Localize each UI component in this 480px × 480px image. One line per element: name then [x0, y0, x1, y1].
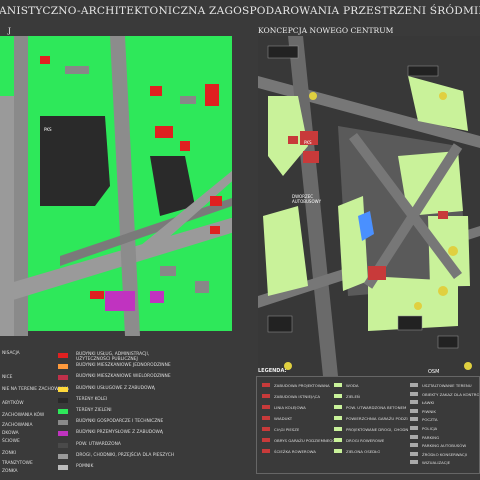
building: [180, 96, 196, 104]
green-area: [338, 196, 368, 291]
legend-label: BUDYNKI GOSPODARCZE I TECHNICZNE: [76, 419, 164, 425]
building: [210, 196, 222, 206]
legend-item: DKOWA: [2, 431, 19, 436]
page-title: ANISTYCZNO-ARCHITEKTONICZNA ZAGOSPODAROW…: [0, 5, 480, 17]
legend-swatch: [58, 353, 68, 358]
legend-label: BUDYNKI USŁUGOWE Z ZABUDOWĄ: [76, 385, 155, 391]
legend-item: TRANZYTOWE: [2, 461, 33, 466]
legend-label: POMNIK: [76, 464, 94, 469]
pks-label: PKS: [44, 127, 52, 132]
building: [40, 56, 50, 64]
left-panel-title: J: [8, 26, 12, 35]
legend-label: POW. UTWARDZONA: [76, 441, 121, 447]
building: [160, 266, 176, 276]
legend-title: LEGENDA:: [258, 368, 287, 374]
legend-label: TERENY ZIELENI: [76, 408, 112, 413]
left-map-svg: PKS: [0, 36, 238, 336]
building: [205, 84, 219, 106]
legend-item: ŚCIOWE: [2, 439, 20, 444]
dworzec-label: AUTOBUSOWY: [292, 199, 322, 204]
right-panel-title: KONCEPCJA NOWEGO CENTRUM: [258, 26, 394, 35]
right-map-svg: PKS DWORZEC AUTOBUSOWY OSM: [258, 36, 480, 376]
legend-label: DROGI, CHODNIKI, PRZEJŚCIA DLA PIESZYCH: [76, 452, 175, 458]
legend-frame: [256, 376, 480, 474]
legend-swatch: [58, 420, 68, 426]
legend-swatch: [58, 442, 68, 448]
legend-label: BUDYNKI PRZEMYSŁOWE Z ZABUDOWĄ: [76, 430, 163, 436]
industrial-building: [150, 291, 164, 303]
legend-label: TERENY KOLEI: [76, 396, 108, 402]
legend-label: BUDYNKI MIESZKANIOWE JEDNORODZINNE: [76, 363, 171, 369]
legend-label: BUDYNKI MIESZKANIOWE WIELORODZINNE: [76, 374, 171, 380]
legend-swatch: [58, 465, 68, 470]
building: [150, 86, 162, 96]
legend-item: ABYTKÓW: [2, 401, 24, 406]
building: [210, 226, 220, 234]
building: [65, 66, 89, 74]
legend-item: NISACJA: [2, 351, 20, 356]
building: [438, 211, 448, 219]
legend-item: ZACHOWANIA: [2, 423, 33, 428]
building: [288, 136, 298, 144]
legend-item: ZONKI: [2, 451, 16, 456]
building: [155, 126, 173, 138]
legend-label: BUDYNKI USŁUG, ADMINISTRACJI, UŻYTECZNOŚ…: [76, 352, 150, 362]
building: [90, 291, 104, 299]
industrial-building: [105, 291, 135, 311]
legend-swatch: [58, 431, 68, 437]
building: [195, 281, 209, 293]
legend-swatch: [58, 409, 68, 414]
left-map: PKS: [0, 36, 238, 336]
pks-label: PKS: [304, 140, 312, 145]
building: [303, 151, 319, 163]
legend-item: ZACHOWANIA KÓW: [2, 413, 45, 418]
legend-swatch: [58, 397, 68, 403]
legend-swatch: [58, 386, 68, 392]
right-map: PKS DWORZEC AUTOBUSOWY OSM: [258, 36, 480, 376]
building: [368, 266, 386, 280]
legend-swatch: [58, 375, 68, 381]
osm-label: OSM: [428, 369, 439, 375]
legend-swatch: [58, 364, 68, 370]
legend-item: ZONKA: [2, 469, 18, 474]
legend-swatch: [58, 453, 68, 459]
legend-item: NICE: [2, 375, 13, 380]
building: [180, 141, 190, 151]
